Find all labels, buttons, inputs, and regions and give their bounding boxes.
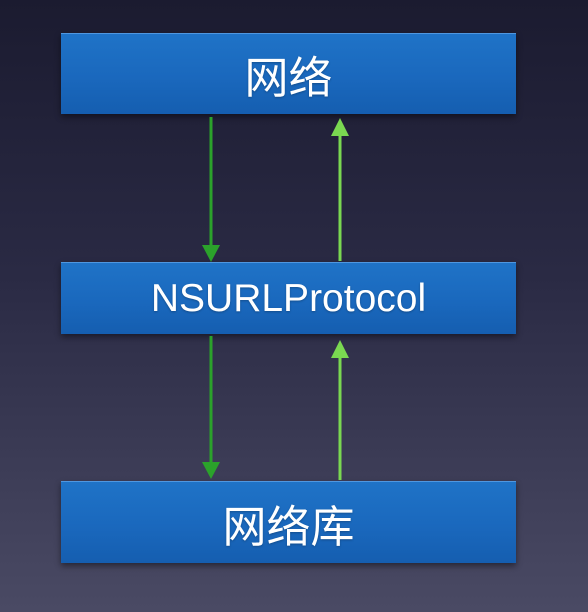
arrow-up-bottom-to-middle <box>331 340 349 480</box>
network-library-box-label: 网络库 <box>222 501 355 553</box>
nsurlprotocol-box-label: NSURLProtocol <box>150 276 427 320</box>
arrow-down-top-to-middle <box>202 117 220 262</box>
network-library-box: 网络库 <box>61 481 516 563</box>
arrow-up-middle-to-top <box>331 118 349 261</box>
arrow-down-middle-to-bottom <box>202 336 220 479</box>
network-box-label: 网络 <box>244 53 333 104</box>
network-box: 网络 <box>61 33 516 114</box>
nsurlprotocol-box: NSURLProtocol <box>61 262 516 334</box>
